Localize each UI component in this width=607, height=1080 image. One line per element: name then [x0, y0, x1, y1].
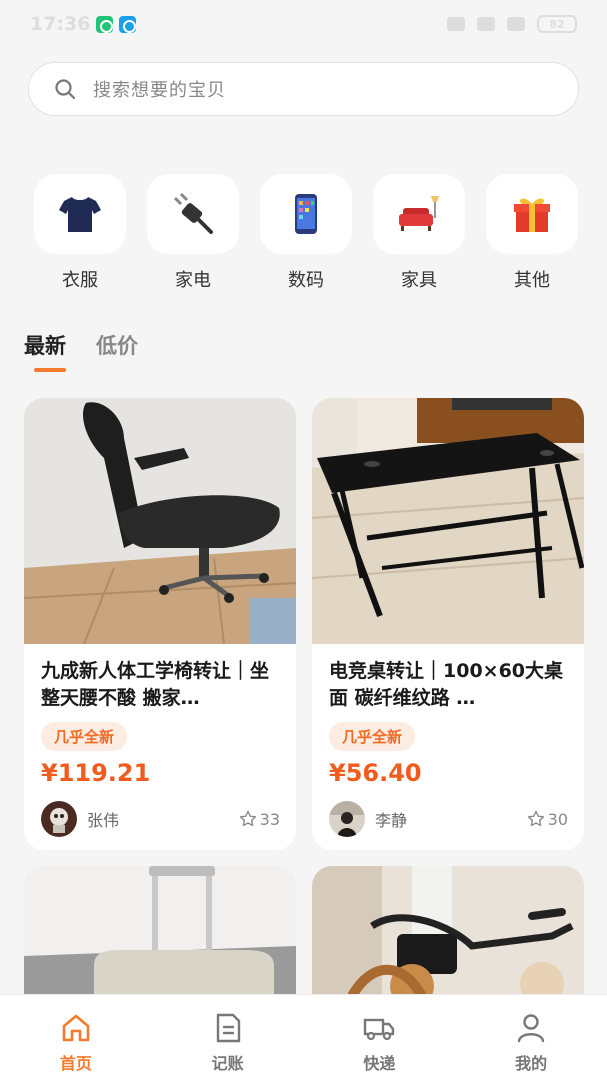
category-label: 衣服 — [62, 270, 98, 291]
product-title: 九成新人体工学椅转让｜坐整天腰不酸 搬家… — [41, 660, 270, 709]
home-icon — [62, 1014, 90, 1042]
sofa-icon — [399, 196, 439, 231]
seller-name[interactable]: 张伟 — [87, 807, 119, 831]
category-label: 其他 — [514, 270, 550, 291]
battery-icon: 82 — [537, 15, 577, 33]
nav-delivery[interactable]: 快递 — [304, 995, 456, 1080]
nav-ledger[interactable]: 记账 — [152, 995, 304, 1080]
phone-icon — [295, 194, 317, 234]
mute-icon — [447, 17, 465, 31]
avatar[interactable] — [41, 801, 77, 837]
product-card-partial-luggage[interactable] — [24, 866, 296, 1006]
truck-icon — [364, 1018, 395, 1041]
category-digital[interactable]: 数码 — [260, 174, 352, 292]
wifi-icon — [477, 17, 495, 31]
search-placeholder: 搜索想要的宝贝 — [93, 80, 226, 101]
search-icon — [55, 79, 76, 100]
product-price: ¥56.40 — [329, 759, 422, 787]
status-bar: 17:36 82 — [0, 0, 607, 48]
plug-icon — [173, 192, 213, 234]
nav-label: 我的 — [515, 1054, 548, 1073]
product-card[interactable]: 电竞桌转让｜100×60大桌面 碳纤维纹路 … 几乎全新 ¥56.40 李静 3… — [312, 398, 584, 850]
search-app-notification-icon — [119, 15, 137, 33]
product-card[interactable]: 九成新人体工学椅转让｜坐整天腰不酸 搬家… 几乎全新 ¥119.21 张伟 33 — [24, 398, 296, 850]
product-image-chair — [24, 398, 296, 644]
nav-label: 首页 — [59, 1054, 92, 1073]
category-other[interactable]: 其他 — [486, 174, 578, 292]
gift-icon — [514, 198, 550, 232]
bottom-nav: 首页 记账 快递 我的 — [0, 994, 607, 1080]
condition-badge: 几乎全新 — [329, 722, 416, 751]
seller-name[interactable]: 李静 — [375, 807, 407, 831]
ledger-icon — [216, 1013, 240, 1043]
star-icon — [527, 810, 544, 827]
star-icon — [239, 810, 256, 827]
category-label: 家电 — [175, 270, 211, 291]
category-label: 家具 — [401, 270, 437, 291]
nav-profile[interactable]: 我的 — [455, 995, 607, 1080]
search-input[interactable]: 搜索想要的宝贝 — [28, 62, 579, 116]
feed-tabs: 最新 低价 — [24, 330, 138, 372]
like-count-value: 33 — [259, 809, 280, 829]
like-count[interactable]: 30 — [526, 809, 568, 829]
status-indicators: 82 — [447, 15, 577, 33]
category-grid: 衣服 家电 数码 家具 其他 — [0, 174, 607, 294]
nav-home[interactable]: 首页 — [0, 995, 152, 1080]
tshirt-icon — [59, 197, 101, 232]
tab-latest[interactable]: 最新 — [24, 330, 66, 372]
nav-label: 记账 — [211, 1054, 244, 1073]
product-card-partial-scooter[interactable] — [312, 866, 584, 1006]
user-icon — [517, 1014, 545, 1043]
nav-label: 快递 — [363, 1054, 396, 1073]
avatar[interactable] — [329, 801, 365, 837]
product-price: ¥119.21 — [41, 759, 151, 787]
like-count-value: 30 — [547, 809, 568, 829]
category-furniture[interactable]: 家具 — [373, 174, 465, 292]
like-count[interactable]: 33 — [238, 809, 280, 829]
sim-icon — [507, 17, 525, 31]
status-time: 17:36 — [30, 13, 91, 35]
app-notification-icon — [96, 15, 114, 33]
product-image-desk — [312, 398, 584, 644]
category-label: 数码 — [288, 270, 324, 291]
condition-badge: 几乎全新 — [41, 722, 128, 751]
product-title: 电竞桌转让｜100×60大桌面 碳纤维纹路 … — [329, 660, 564, 709]
category-appliances[interactable]: 家电 — [147, 174, 239, 292]
category-clothing[interactable]: 衣服 — [34, 174, 126, 292]
tab-low-price[interactable]: 低价 — [96, 330, 138, 360]
